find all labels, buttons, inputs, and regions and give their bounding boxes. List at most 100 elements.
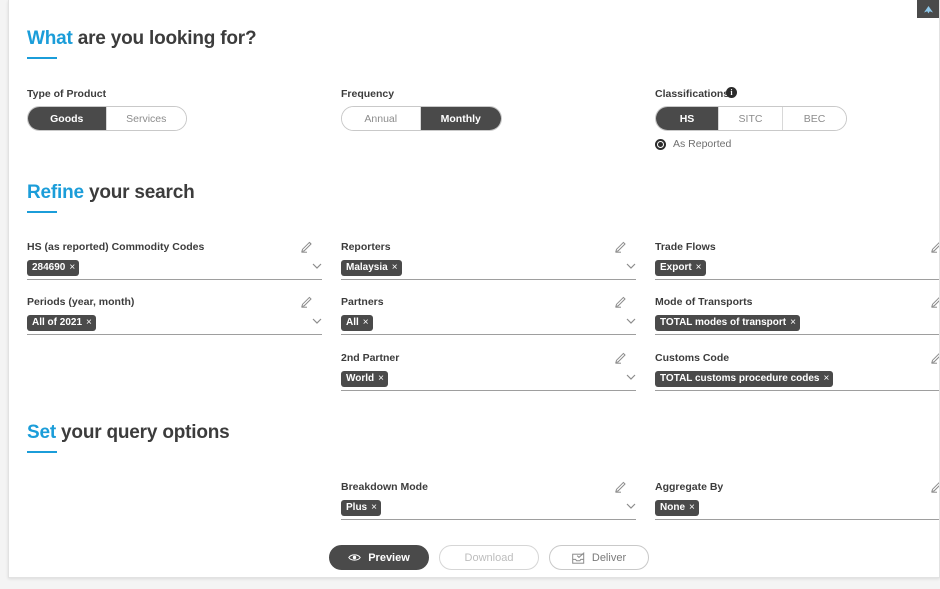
chip-remove-icon[interactable]: × <box>86 318 92 328</box>
pencil-icon[interactable] <box>614 239 628 253</box>
field-value-box[interactable]: Malaysia × <box>341 256 636 280</box>
field-label: Breakdown Mode <box>341 481 428 493</box>
heading-rest: your query options <box>56 422 230 443</box>
field-value-box[interactable]: Plus × <box>341 496 636 520</box>
deliver-button-label: Deliver <box>592 552 626 564</box>
toggle-option-goods[interactable]: Goods <box>28 107 107 130</box>
as-reported-radio[interactable]: As Reported <box>655 138 731 150</box>
chip-label: All <box>346 317 359 329</box>
toggle-option-sitc[interactable]: SITC <box>719 107 783 130</box>
chip-label: TOTAL modes of transport <box>660 317 786 329</box>
eye-icon <box>348 553 361 562</box>
pencil-icon[interactable] <box>614 350 628 364</box>
toggle-option-annual[interactable]: Annual <box>342 107 421 130</box>
chip-label: All of 2021 <box>32 317 82 329</box>
type-of-product-label: Type of Product <box>27 88 106 100</box>
heading-accent-word: Set <box>27 422 56 443</box>
section-heading-what: What are you looking for? <box>27 28 256 50</box>
toggle-option-monthly[interactable]: Monthly <box>421 107 501 130</box>
field-value-box[interactable]: All of 2021 × <box>27 311 322 335</box>
heading-rule-set <box>27 451 57 453</box>
chevron-down-icon[interactable] <box>626 373 636 381</box>
chip[interactable]: All of 2021 × <box>27 315 96 331</box>
action-button-row: Preview Download Deliver <box>329 545 649 570</box>
chevron-down-icon[interactable] <box>626 502 636 510</box>
field-label: Mode of Transports <box>655 296 752 308</box>
chip-remove-icon[interactable]: × <box>689 503 695 513</box>
frequency-label: Frequency <box>341 88 394 100</box>
chevron-down-icon[interactable] <box>312 262 322 270</box>
field-value-box[interactable]: None× <box>655 496 940 520</box>
arrow-up-icon <box>923 5 934 14</box>
chip-label: World <box>346 373 374 385</box>
chip[interactable]: Export × <box>655 260 706 276</box>
chip[interactable]: TOTAL modes of transport × <box>655 315 800 331</box>
field-value-box[interactable]: TOTAL modes of transport × <box>655 311 940 335</box>
as-reported-label: As Reported <box>673 138 731 150</box>
field-value-box[interactable]: TOTAL customs procedure codes × <box>655 367 940 391</box>
scroll-to-top-button[interactable] <box>917 0 939 18</box>
chip[interactable]: World × <box>341 371 388 387</box>
heading-rest: your search <box>84 182 195 203</box>
chip-remove-icon[interactable]: × <box>696 263 702 273</box>
chip-remove-icon[interactable]: × <box>371 503 377 513</box>
chip[interactable]: 284690× <box>27 260 79 276</box>
toggle-option-bec[interactable]: BEC <box>783 107 846 130</box>
chevron-down-icon[interactable] <box>312 317 322 325</box>
chevron-down-icon[interactable] <box>626 317 636 325</box>
section-heading-set: Set your query options <box>27 422 230 444</box>
field-label: Reporters <box>341 241 391 253</box>
chip-label: Malaysia <box>346 262 388 274</box>
pencil-icon[interactable] <box>930 479 940 493</box>
classifications-label: Classifications <box>655 88 729 100</box>
frequency-toggle[interactable]: Annual Monthly <box>341 106 502 131</box>
preview-button-label: Preview <box>368 552 410 564</box>
field-label: Periods (year, month) <box>27 296 134 308</box>
pencil-icon[interactable] <box>300 239 314 253</box>
chip-remove-icon[interactable]: × <box>363 318 369 328</box>
heading-rest: are you looking for? <box>73 28 257 49</box>
chip[interactable]: Plus × <box>341 500 381 516</box>
chip-remove-icon[interactable]: × <box>823 374 829 384</box>
field-value-box[interactable]: Export × <box>655 256 940 280</box>
radio-icon <box>655 139 666 150</box>
heading-rule-refine <box>27 211 57 213</box>
field-value-box[interactable]: 284690× <box>27 256 322 280</box>
heading-accent-word: Refine <box>27 182 84 203</box>
pencil-icon[interactable] <box>614 479 628 493</box>
chip-remove-icon[interactable]: × <box>790 318 796 328</box>
heading-accent-word: What <box>27 28 73 49</box>
chip-remove-icon[interactable]: × <box>378 374 384 384</box>
toggle-option-hs[interactable]: HS <box>656 107 719 130</box>
field-label: HS (as reported) Commodity Codes <box>27 241 204 253</box>
preview-button[interactable]: Preview <box>329 545 429 570</box>
field-label: Trade Flows <box>655 241 716 253</box>
field-label: Customs Code <box>655 352 729 364</box>
toggle-option-services[interactable]: Services <box>107 107 187 130</box>
chip-remove-icon[interactable]: × <box>69 263 75 273</box>
field-value-box[interactable]: All × <box>341 311 636 335</box>
info-icon[interactable]: i <box>726 87 737 98</box>
pencil-icon[interactable] <box>614 294 628 308</box>
pencil-icon[interactable] <box>930 350 940 364</box>
type-of-product-toggle[interactable]: Goods Services <box>27 106 187 131</box>
field-label: Partners <box>341 296 384 308</box>
chip-label: Plus <box>346 502 367 514</box>
chip[interactable]: TOTAL customs procedure codes × <box>655 371 833 387</box>
chip-label: Export <box>660 262 692 274</box>
download-button[interactable]: Download <box>439 545 539 570</box>
download-button-label: Download <box>465 552 514 564</box>
chip[interactable]: None× <box>655 500 699 516</box>
page-root: What are you looking for? Type of Produc… <box>0 0 940 589</box>
pencil-icon[interactable] <box>930 294 940 308</box>
pencil-icon[interactable] <box>300 294 314 308</box>
chip-label: TOTAL customs procedure codes <box>660 373 819 385</box>
chip-remove-icon[interactable]: × <box>392 263 398 273</box>
chip[interactable]: Malaysia × <box>341 260 402 276</box>
classifications-toggle[interactable]: HS SITC BEC <box>655 106 847 131</box>
pencil-icon[interactable] <box>930 239 940 253</box>
field-value-box[interactable]: World × <box>341 367 636 391</box>
chip[interactable]: All × <box>341 315 373 331</box>
chevron-down-icon[interactable] <box>626 262 636 270</box>
deliver-button[interactable]: Deliver <box>549 545 649 570</box>
